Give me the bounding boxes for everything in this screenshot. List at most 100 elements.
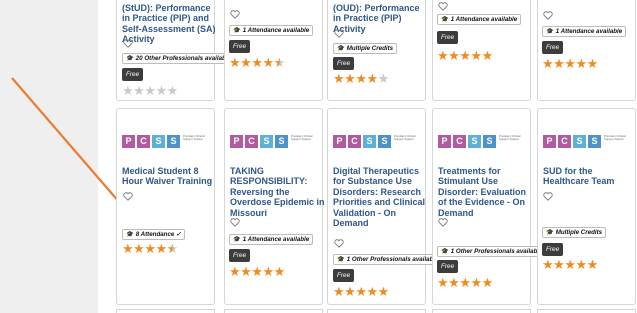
free-badge: Free (437, 260, 459, 273)
course-card-sud-healthcare-team[interactable]: P C S S Providers Clinical Support Syste… (537, 108, 636, 305)
pcss-logo: P C S S Providers Clinical Support Syste… (122, 134, 212, 153)
course-card-stimulant-use-disorder[interactable]: P C S S Providers Clinical Support Syste… (432, 108, 547, 305)
logo-letter: S (573, 135, 586, 148)
course-card-4[interactable]: 🎓 1 Attendance available Free ★★★★★ (432, 0, 531, 101)
star-icon: ★ (377, 285, 390, 300)
heart-icon[interactable] (438, 218, 448, 227)
heart-icon[interactable] (334, 239, 344, 248)
star-icon: ★ (481, 276, 494, 291)
course-card-stud-pip[interactable]: (StUD): Performance in Practice (PIP) an… (116, 0, 235, 101)
logo-desc: Providers Clinical Support System (394, 134, 416, 142)
graduation-cap-icon: 🎓 (337, 256, 345, 263)
heart-icon[interactable] (230, 218, 240, 227)
star-icon: ★ (240, 56, 252, 71)
logo-desc: Providers Clinical Support System (604, 134, 626, 142)
course-title[interactable]: Medical Student 8 Hour Waiver Training (122, 166, 218, 187)
course-title[interactable]: Treatments for Stimulant Use Disorder: E… (438, 166, 534, 218)
course-title[interactable]: (OUD): Performance in Practice (PIP) Act… (333, 3, 429, 34)
course-card-2[interactable]: 🎓 1 Attendance available Free ★★★★★ (224, 0, 323, 101)
course-card-5[interactable]: 🎓 1 Attendance available Free ★★★★★ (537, 0, 636, 101)
star-icon: ★ (166, 84, 179, 99)
credit-pill-label: 1 Attendance available (450, 16, 518, 23)
next-row-card-edge (224, 309, 323, 313)
heart-icon[interactable] (438, 2, 448, 11)
star-icon: ★ (470, 49, 482, 64)
star-icon: ★ (344, 285, 356, 300)
star-icon: ★ (262, 56, 274, 71)
course-card-taking-responsibility[interactable]: P C S S Providers Clinical Support Syste… (224, 108, 326, 305)
free-badge: Free (333, 57, 355, 70)
graduation-cap-icon: 🎓 (126, 55, 134, 62)
rating-stars: ★★★★★ (229, 57, 285, 70)
logo-letter: S (275, 135, 288, 148)
credit-pill: 🎓 Multiple Credits (542, 227, 607, 238)
star-icon: ★ (251, 265, 263, 280)
rating-stars: ★★★★★ (333, 286, 389, 299)
course-title[interactable]: Digital Therapeutics for Substance Use D… (333, 166, 429, 228)
logo-letter: C (453, 135, 466, 148)
graduation-cap-icon: 🎓 (337, 45, 345, 52)
course-card-digital-therapeutics[interactable]: P C S S Providers Clinical Support Syste… (327, 108, 443, 305)
star-icon: ★ (437, 49, 449, 64)
star-icon: ★ (122, 242, 134, 257)
pcss-logo: P C S S Providers Clinical Support Syste… (543, 134, 633, 153)
heart-icon[interactable] (543, 192, 553, 201)
star-icon: ★ (437, 276, 449, 291)
course-card-medical-student-waiver[interactable]: P C S S Providers Clinical Support Syste… (116, 108, 215, 305)
next-row-card-edge (116, 309, 215, 313)
credit-pill-label: 1 Attendance available (242, 236, 310, 243)
rating-stars: ★★★★★ (542, 58, 598, 71)
star-icon: ★ (564, 57, 576, 72)
star-icon: ★ (262, 265, 274, 280)
star-icon: ★ (166, 242, 179, 257)
graduation-cap-icon: 🎓 (546, 28, 554, 35)
star-icon: ★ (355, 72, 367, 87)
graduation-cap-icon: 🎓 (441, 16, 449, 23)
credit-pill: 🎓 1 Other Professionals available (437, 246, 547, 257)
credit-pill: 🎓 1 Other Professionals available (333, 254, 443, 265)
credit-pill: 🎓 8 Attendance ✓ (122, 229, 186, 240)
credit-pill: 🎓 1 Attendance available (229, 25, 314, 36)
course-title[interactable]: TAKING RESPONSIBILITY: Reversing the Ove… (230, 166, 326, 218)
heart-icon[interactable] (123, 39, 133, 48)
heart-icon[interactable] (123, 192, 133, 201)
star-icon: ★ (155, 84, 167, 99)
star-icon: ★ (586, 57, 599, 72)
logo-letter: S (588, 135, 601, 148)
star-icon: ★ (155, 242, 167, 257)
rating-stars: ★★★★★ (122, 85, 178, 98)
free-badge: Free (437, 31, 459, 44)
star-icon: ★ (448, 276, 460, 291)
star-icon: ★ (229, 265, 241, 280)
star-icon: ★ (273, 265, 286, 280)
next-row-card-edge (537, 309, 636, 313)
heart-icon[interactable] (230, 10, 240, 19)
free-badge: Free (542, 41, 564, 54)
star-icon: ★ (470, 276, 482, 291)
star-icon: ★ (459, 276, 471, 291)
logo-letter: C (348, 135, 361, 148)
star-icon: ★ (144, 84, 156, 99)
course-card-oud-pip[interactable]: (OUD): Performance in Practice (PIP) Act… (327, 0, 426, 101)
star-icon: ★ (366, 285, 378, 300)
star-icon: ★ (575, 258, 587, 273)
rating-stars: ★★★★★ (437, 277, 493, 290)
star-icon: ★ (448, 49, 460, 64)
logo-letter: S (167, 135, 180, 148)
logo-letter: P (230, 135, 243, 148)
course-title[interactable]: SUD for the Healthcare Team (543, 166, 637, 187)
heart-icon[interactable] (543, 11, 553, 20)
heart-icon[interactable] (334, 29, 344, 38)
star-icon: ★ (333, 285, 345, 300)
logo-letter: C (558, 135, 571, 148)
star-icon: ★ (344, 72, 356, 87)
star-icon: ★ (542, 57, 554, 72)
star-icon: ★ (240, 265, 252, 280)
credit-pill-label: 1 Attendance available (555, 28, 623, 35)
star-icon: ★ (553, 57, 565, 72)
free-badge: Free (333, 269, 355, 282)
star-icon: ★ (564, 258, 576, 273)
next-row-card-edge (327, 309, 426, 313)
course-title[interactable]: (StUD): Performance in Practice (PIP) an… (122, 3, 218, 45)
graduation-cap-icon: 🎓 (233, 236, 241, 243)
